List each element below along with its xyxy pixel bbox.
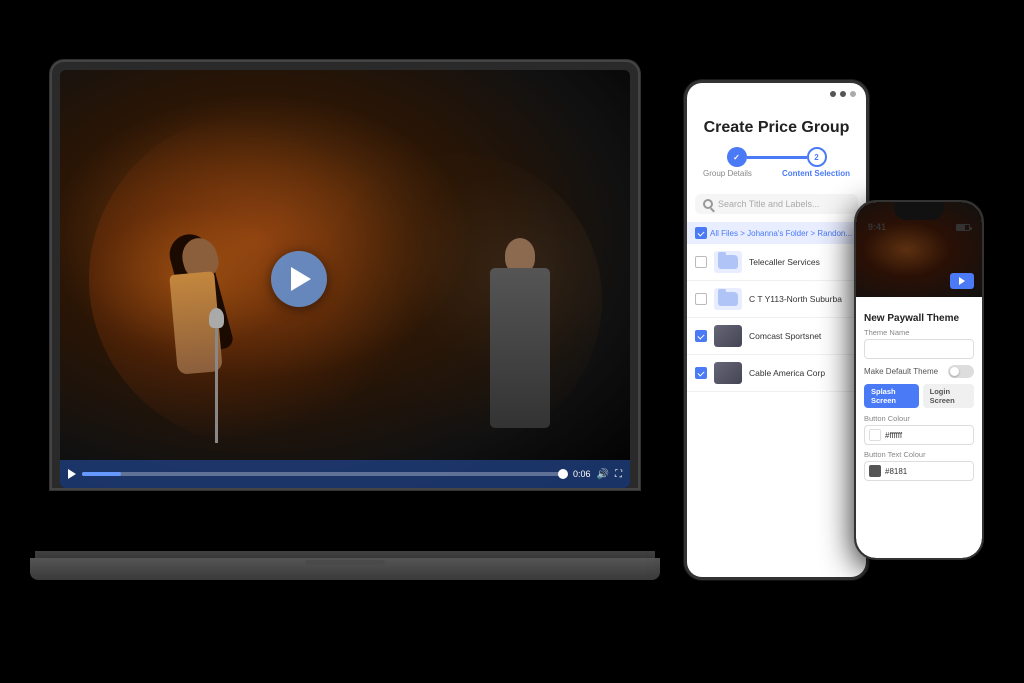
search-bar[interactable]: Search Title and Labels... <box>695 194 858 214</box>
breadcrumb-text: All Files > Johanna's Folder > Randon... <box>710 229 852 238</box>
check-2 <box>697 332 704 339</box>
stepper: ✓ 2 <box>699 147 854 167</box>
file-item-1[interactable]: C T Y113-North Suburba <box>687 281 866 318</box>
file-item-2[interactable]: Comcast Sportsnet <box>687 318 866 355</box>
breadcrumb-checkbox[interactable] <box>695 227 707 239</box>
step-labels: Group Details Content Selection <box>699 169 854 178</box>
scene: 0:06 🔊 ⛶ Create Price Group ✓ <box>0 0 1024 683</box>
theme-name-input[interactable] <box>864 339 974 359</box>
breadcrumb-row: All Files > Johanna's Folder > Randon... <box>687 222 866 244</box>
file-icon-0 <box>714 251 742 273</box>
laptop-base <box>30 558 660 580</box>
file-checkbox-2[interactable] <box>695 330 707 342</box>
video-controls: 0:06 🔊 ⛶ <box>60 460 630 488</box>
file-icon-2 <box>714 325 742 347</box>
time-label: 0:06 <box>573 469 591 479</box>
laptop-screen: 0:06 🔊 ⛶ <box>60 70 630 488</box>
fullscreen-icon[interactable]: ⛶ <box>615 469 622 480</box>
button-color-swatch <box>869 429 881 441</box>
battery-icon <box>956 224 970 231</box>
tab-splash-screen[interactable]: Splash Screen <box>864 384 919 408</box>
button-color-value: #ffffff <box>885 431 902 440</box>
file-name-3: Cable America Corp <box>749 368 858 378</box>
search-placeholder: Search Title and Labels... <box>718 199 820 209</box>
step-1-label: Group Details <box>703 169 752 178</box>
tablet-status-bar <box>687 83 866 105</box>
phone-section-title: New Paywall Theme <box>864 313 974 324</box>
file-icon-1 <box>714 288 742 310</box>
tablet-header: Create Price Group ✓ 2 Group Details Con… <box>687 105 866 194</box>
phone-form: New Paywall Theme Theme Name Make Defaul… <box>856 297 982 494</box>
phone-screen: 9:41 New Paywall Theme Theme Name <box>856 202 982 558</box>
status-dot-3 <box>850 91 856 97</box>
laptop-screen-outer: 0:06 🔊 ⛶ <box>50 60 640 490</box>
phone-play-button[interactable] <box>950 273 974 289</box>
status-dot-1 <box>830 91 836 97</box>
file-checkbox-0[interactable] <box>695 256 707 268</box>
progress-dot <box>558 469 568 479</box>
step-2-label: Content Selection <box>782 169 850 178</box>
phone-tabs: Splash Screen Login Screen <box>864 384 974 408</box>
make-default-label: Make Default Theme <box>864 367 938 376</box>
button-text-color-input[interactable]: #8181 <box>864 461 974 481</box>
play-icon[interactable] <box>68 469 76 479</box>
check-3 <box>697 369 704 376</box>
make-default-row: Make Default Theme <box>864 365 974 378</box>
mic-stand <box>215 323 218 443</box>
file-name-1: C T Y113-North Suburba <box>749 294 858 304</box>
phone-time: 9:41 <box>868 222 886 232</box>
file-item-3[interactable]: Cable America Corp <box>687 355 866 392</box>
video-thumb-2 <box>714 325 742 347</box>
file-checkbox-1[interactable] <box>695 293 707 305</box>
button-color-label: Button Colour <box>864 414 974 423</box>
step-1-circle: ✓ <box>727 147 747 167</box>
status-dot-2 <box>840 91 846 97</box>
button-text-color-swatch <box>869 465 881 477</box>
phone-status-icons <box>956 224 970 231</box>
progress-fill <box>82 472 121 476</box>
stage-glow-right <box>317 154 602 447</box>
tablet: Create Price Group ✓ 2 Group Details Con… <box>684 80 869 580</box>
singer-body <box>160 238 240 438</box>
check-mark <box>697 229 704 236</box>
progress-bar[interactable] <box>82 472 567 476</box>
concert-background: 0:06 🔊 ⛶ <box>60 70 630 488</box>
phone-play-triangle <box>959 277 965 285</box>
step-2-circle: 2 <box>807 147 827 167</box>
folder-icon-1 <box>718 292 738 306</box>
theme-name-label: Theme Name <box>864 328 974 337</box>
battery-fill <box>957 225 965 230</box>
toggle-knob <box>950 367 959 376</box>
tablet-content: Create Price Group ✓ 2 Group Details Con… <box>687 105 866 577</box>
file-item-0[interactable]: Telecaller Services <box>687 244 866 281</box>
button-text-color-value: #8181 <box>885 467 907 476</box>
file-icon-3 <box>714 362 742 384</box>
phone: 9:41 New Paywall Theme Theme Name <box>854 200 984 560</box>
mic-head <box>209 308 224 328</box>
file-name-0: Telecaller Services <box>749 257 858 267</box>
volume-icon[interactable]: 🔊 <box>597 469 609 480</box>
guitarist-body <box>490 268 550 428</box>
tablet-title: Create Price Group <box>699 119 854 137</box>
button-text-color-label: Button Text Colour <box>864 450 974 459</box>
play-button[interactable] <box>271 251 327 307</box>
guitarist <box>490 268 550 428</box>
laptop: 0:06 🔊 ⛶ <box>50 60 670 580</box>
file-list: Telecaller Services C T Y113-North Subur… <box>687 244 866 392</box>
video-thumb-3 <box>714 362 742 384</box>
button-color-input[interactable]: #ffffff <box>864 425 974 445</box>
folder-icon-0 <box>718 255 738 269</box>
file-name-2: Comcast Sportsnet <box>749 331 858 341</box>
file-checkbox-3[interactable] <box>695 367 707 379</box>
step-line <box>747 156 807 159</box>
search-icon <box>703 199 713 209</box>
make-default-toggle[interactable] <box>948 365 974 378</box>
phone-notch <box>894 202 944 220</box>
tab-login-screen[interactable]: Login Screen <box>923 384 974 408</box>
